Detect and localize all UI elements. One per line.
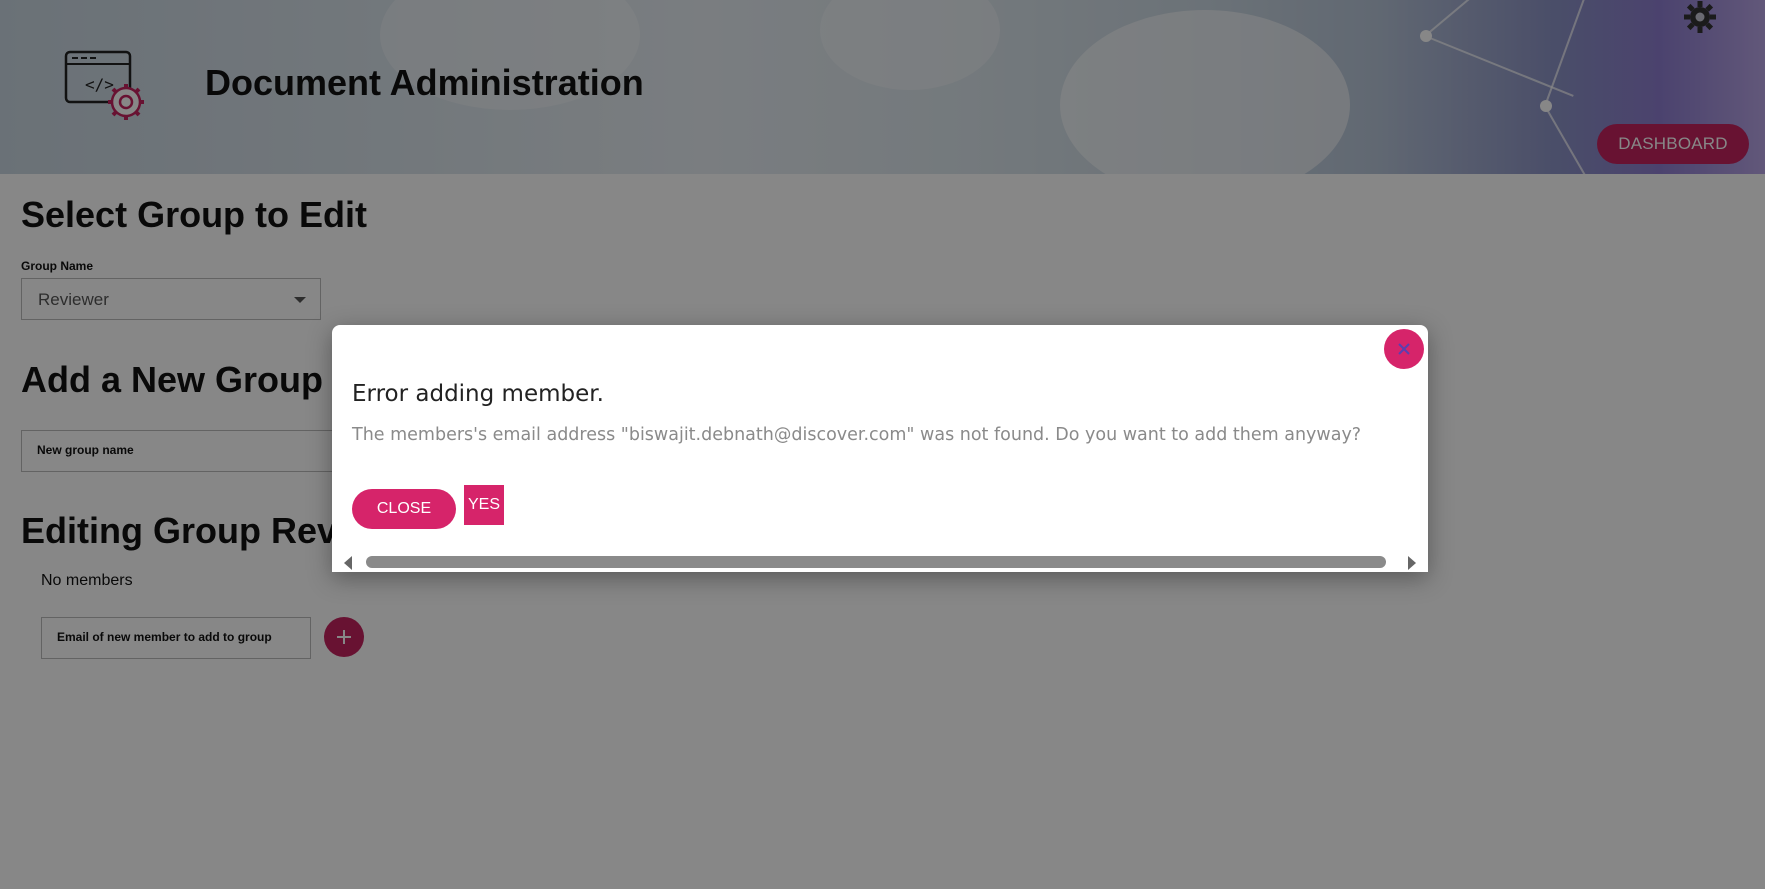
error-dialog: Error adding member. The members's email… (332, 325, 1428, 572)
close-icon (1398, 343, 1410, 355)
dialog-message: The members's email address "biswajit.de… (352, 425, 1362, 445)
dialog-close-button[interactable] (1384, 329, 1424, 369)
scroll-right-icon[interactable] (1408, 556, 1416, 570)
dialog-title: Error adding member. (352, 381, 604, 407)
scrollbar-thumb[interactable] (366, 556, 1386, 568)
close-button[interactable]: CLOSE (352, 489, 456, 529)
yes-button[interactable]: YES (464, 485, 504, 525)
scroll-left-icon[interactable] (344, 556, 352, 570)
horizontal-scrollbar[interactable] (332, 552, 1428, 572)
